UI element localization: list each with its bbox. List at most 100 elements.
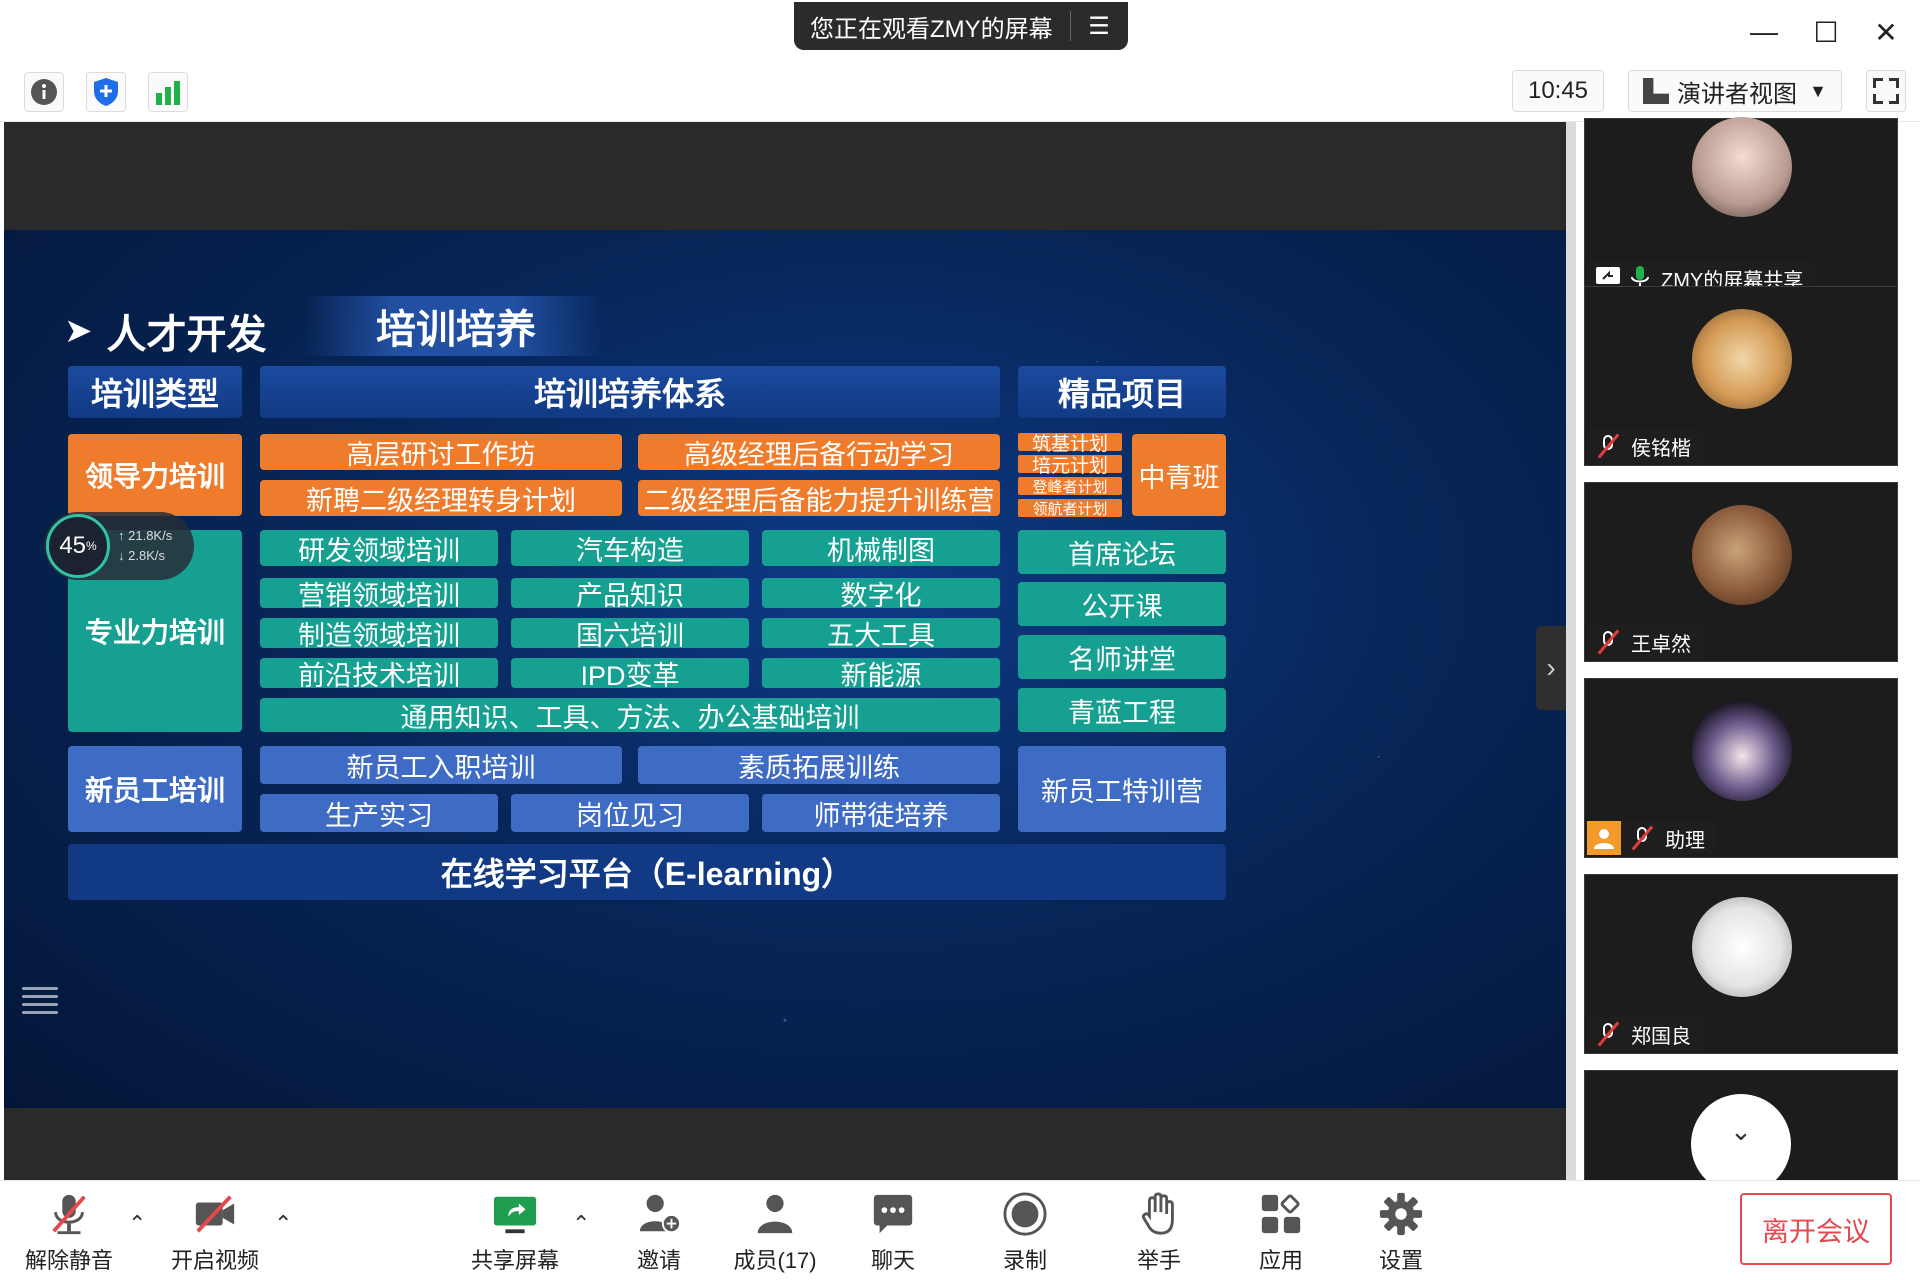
chat-button[interactable]: 聊天: [838, 1191, 948, 1275]
maximize-button[interactable]: ☐: [1798, 10, 1854, 54]
invite-button[interactable]: 邀请: [604, 1191, 714, 1275]
settings-button[interactable]: 设置: [1346, 1191, 1456, 1275]
professional-item: 研发领域培训: [260, 530, 498, 566]
share-screen-button[interactable]: 共享屏幕: [460, 1191, 570, 1275]
leadership-item: 新聘二级经理转身计划: [260, 480, 622, 516]
raise-hand-icon: [1141, 1192, 1174, 1235]
shared-screen-area: ➤ 人才开发 培训培养 培训类型 培训培养体系 精品项目 领导力培训 高层研讨工…: [4, 122, 1566, 1180]
leadership-small-program: 培元计划: [1018, 455, 1122, 477]
list-menu-icon[interactable]: [22, 982, 58, 1016]
participant-card[interactable]: 王卓然: [1584, 482, 1898, 662]
info-icon: [31, 79, 57, 105]
muted-microphone-icon: [1595, 1021, 1621, 1047]
leadership-item: 二级经理后备能力提升训练营: [638, 480, 1000, 516]
muted-microphone-icon: [1595, 629, 1621, 655]
professional-item: 营销领域培训: [260, 578, 498, 611]
chat-icon: [873, 1194, 913, 1234]
professional-item: 前沿技术培训: [260, 658, 498, 691]
new-employee-item: 生产实习: [260, 794, 498, 832]
meeting-clock: 10:45: [1512, 70, 1604, 112]
members-button[interactable]: 成员(17): [720, 1191, 830, 1275]
premium-professional: 名师讲堂: [1018, 635, 1226, 679]
title-bar: 您正在观看ZMY的屏幕 ☰ — ☐ ✕: [0, 0, 1920, 62]
slide-heading: ➤ 人才开发: [64, 302, 267, 360]
avatar: [1692, 505, 1792, 605]
participant-name-tag: 侯铭楷: [1587, 429, 1703, 463]
participant-name-tag: 郑国良: [1587, 1017, 1703, 1051]
type-leadership: 领导力培训: [68, 434, 242, 516]
unmute-label: 解除静音: [24, 1248, 113, 1273]
chevron-down-icon: ⌄: [1730, 1116, 1752, 1146]
video-options-chevron-icon[interactable]: ⌃: [274, 1211, 292, 1237]
menu-icon[interactable]: ☰: [1071, 12, 1127, 41]
professional-item: 制造领域培训: [260, 618, 498, 651]
record-icon: [1003, 1192, 1047, 1236]
chevron-down-icon: ▼: [1809, 80, 1827, 101]
participant-card[interactable]: ZMY的屏幕共享: [1584, 117, 1898, 298]
host-role-icon: [1587, 821, 1621, 855]
settings-label: 设置: [1378, 1248, 1423, 1273]
panel-collapse-button[interactable]: ›: [1536, 626, 1566, 710]
participant-name: 侯铭楷: [1631, 437, 1691, 460]
signal-bars-icon: [156, 81, 180, 105]
participant-name: 郑国良: [1631, 1025, 1691, 1048]
raise-hand-button[interactable]: 举手: [1104, 1191, 1214, 1275]
fullscreen-button[interactable]: [1866, 70, 1906, 112]
header-training-type: 培训类型: [68, 366, 242, 418]
download-rate: 2.8K/s: [128, 548, 165, 563]
apps-label: 应用: [1258, 1248, 1303, 1273]
panel-scrollbar[interactable]: [1566, 122, 1576, 1180]
premium-professional: 青蓝工程: [1018, 688, 1226, 732]
network-speed-badge[interactable]: 45% ↑ 21.8K/s ↓ 2.8K/s: [44, 512, 194, 580]
network-usage-gauge: 45%: [46, 514, 110, 578]
network-status-button[interactable]: [148, 72, 188, 112]
security-button[interactable]: [86, 72, 126, 112]
participant-name: 助理: [1665, 829, 1705, 852]
meeting-controls-bar: 解除静音 ⌃ 开启视频 ⌃ 共享屏幕 ⌃ 邀请 成员(17) 聊天 录制 举手 …: [0, 1180, 1920, 1280]
sharing-notice-text: 您正在观看ZMY的屏幕: [810, 15, 1053, 43]
apps-grid-icon: [1261, 1194, 1301, 1234]
premium-professional: 公开课: [1018, 582, 1226, 626]
participant-card[interactable]: 郑国良: [1584, 874, 1898, 1054]
new-employee-item: 岗位见习: [511, 794, 749, 832]
unmute-button[interactable]: 解除静音: [14, 1191, 124, 1275]
participant-card[interactable]: 侯铭楷: [1584, 286, 1898, 466]
premium-professional: 首席论坛: [1018, 530, 1226, 574]
members-label: 成员(17): [733, 1248, 817, 1273]
leadership-small-program: 登峰者计划: [1018, 477, 1122, 496]
close-button[interactable]: ✕: [1858, 10, 1914, 54]
header-premium-projects: 精品项目: [1018, 366, 1226, 418]
record-button[interactable]: 录制: [970, 1191, 1080, 1275]
professional-item: 产品知识: [511, 578, 749, 611]
view-selector[interactable]: 演讲者视图 ▼: [1628, 70, 1842, 112]
start-video-label: 开启视频: [170, 1248, 259, 1273]
new-employee-item: 素质拓展训练: [638, 746, 1000, 784]
fullscreen-icon: [1873, 78, 1883, 88]
minimize-button[interactable]: —: [1736, 10, 1792, 54]
apps-button[interactable]: 应用: [1226, 1191, 1336, 1275]
start-video-button[interactable]: 开启视频: [160, 1191, 270, 1275]
participant-card[interactable]: 助理: [1584, 678, 1898, 858]
leave-meeting-button[interactable]: 离开会议: [1740, 1193, 1892, 1265]
avatar: [1692, 117, 1792, 217]
type-new-employee: 新员工培训: [68, 746, 242, 832]
new-employee-item: 师带徒培养: [762, 794, 1000, 832]
elearning-platform: 在线学习平台（E-learning）: [68, 844, 1226, 900]
professional-item: 数字化: [762, 578, 1000, 611]
slide-subheading: 培训培养: [304, 296, 604, 356]
scroll-down-button[interactable]: ⌄: [1691, 1094, 1791, 1194]
share-options-chevron-icon[interactable]: ⌃: [572, 1211, 590, 1237]
professional-item: 新能源: [762, 658, 1000, 691]
professional-item: IPD变革: [511, 658, 749, 691]
muted-microphone-icon: [52, 1194, 86, 1235]
speaker-view-icon: [1643, 78, 1669, 104]
professional-item: 机械制图: [762, 530, 1000, 566]
avatar: [1692, 701, 1792, 801]
info-button[interactable]: [24, 72, 64, 112]
invite-label: 邀请: [636, 1248, 681, 1273]
professional-item: 国六培训: [511, 618, 749, 651]
participant-name: 王卓然: [1631, 633, 1691, 656]
audio-options-chevron-icon[interactable]: ⌃: [128, 1211, 146, 1237]
sharing-notice-pill[interactable]: 您正在观看ZMY的屏幕 ☰: [794, 2, 1128, 50]
shield-icon: [94, 78, 118, 106]
